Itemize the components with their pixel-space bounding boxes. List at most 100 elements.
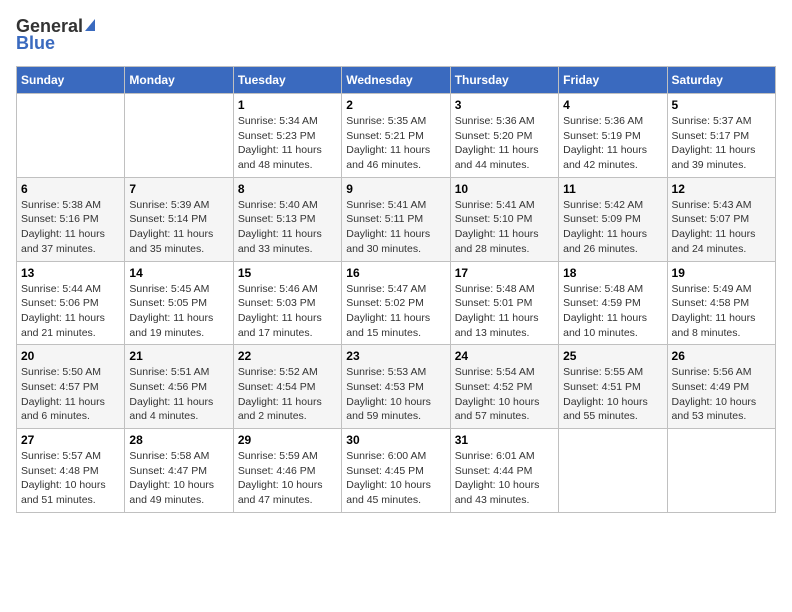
day-info: Sunrise: 5:43 AM Sunset: 5:07 PM Dayligh… xyxy=(672,198,771,257)
daylight-text: Daylight: 11 hours and 26 minutes. xyxy=(563,228,647,255)
sunset-text: Sunset: 5:19 PM xyxy=(563,130,641,142)
daylight-text: Daylight: 10 hours and 53 minutes. xyxy=(672,396,757,423)
calendar-day-cell xyxy=(559,429,667,513)
day-info: Sunrise: 5:38 AM Sunset: 5:16 PM Dayligh… xyxy=(21,198,120,257)
daylight-text: Daylight: 10 hours and 55 minutes. xyxy=(563,396,648,423)
day-info: Sunrise: 5:58 AM Sunset: 4:47 PM Dayligh… xyxy=(129,449,228,508)
sunset-text: Sunset: 4:57 PM xyxy=(21,381,99,393)
calendar-day-cell xyxy=(17,94,125,178)
column-header-wednesday: Wednesday xyxy=(342,67,450,94)
column-header-saturday: Saturday xyxy=(667,67,775,94)
sunset-text: Sunset: 4:56 PM xyxy=(129,381,207,393)
sunset-text: Sunset: 4:49 PM xyxy=(672,381,750,393)
day-number: 12 xyxy=(672,182,771,196)
daylight-text: Daylight: 10 hours and 59 minutes. xyxy=(346,396,431,423)
calendar-day-cell: 4 Sunrise: 5:36 AM Sunset: 5:19 PM Dayli… xyxy=(559,94,667,178)
calendar-day-cell: 23 Sunrise: 5:53 AM Sunset: 4:53 PM Dayl… xyxy=(342,345,450,429)
sunset-text: Sunset: 4:53 PM xyxy=(346,381,424,393)
day-number: 24 xyxy=(455,349,554,363)
sunset-text: Sunset: 5:13 PM xyxy=(238,213,316,225)
sunset-text: Sunset: 5:11 PM xyxy=(346,213,423,225)
daylight-text: Daylight: 11 hours and 30 minutes. xyxy=(346,228,430,255)
daylight-text: Daylight: 11 hours and 46 minutes. xyxy=(346,144,430,171)
daylight-text: Daylight: 10 hours and 47 minutes. xyxy=(238,479,323,506)
sunrise-text: Sunrise: 5:58 AM xyxy=(129,450,209,462)
daylight-text: Daylight: 11 hours and 42 minutes. xyxy=(563,144,647,171)
day-info: Sunrise: 5:56 AM Sunset: 4:49 PM Dayligh… xyxy=(672,365,771,424)
calendar-day-cell: 19 Sunrise: 5:49 AM Sunset: 4:58 PM Dayl… xyxy=(667,261,775,345)
day-info: Sunrise: 5:59 AM Sunset: 4:46 PM Dayligh… xyxy=(238,449,337,508)
sunset-text: Sunset: 5:16 PM xyxy=(21,213,99,225)
calendar-week-row: 1 Sunrise: 5:34 AM Sunset: 5:23 PM Dayli… xyxy=(17,94,776,178)
sunrise-text: Sunrise: 5:54 AM xyxy=(455,366,535,378)
day-number: 23 xyxy=(346,349,445,363)
sunset-text: Sunset: 5:21 PM xyxy=(346,130,424,142)
day-info: Sunrise: 5:45 AM Sunset: 5:05 PM Dayligh… xyxy=(129,282,228,341)
day-number: 31 xyxy=(455,433,554,447)
column-header-monday: Monday xyxy=(125,67,233,94)
day-info: Sunrise: 5:41 AM Sunset: 5:10 PM Dayligh… xyxy=(455,198,554,257)
calendar-day-cell: 30 Sunrise: 6:00 AM Sunset: 4:45 PM Dayl… xyxy=(342,429,450,513)
sunrise-text: Sunrise: 5:52 AM xyxy=(238,366,318,378)
day-number: 6 xyxy=(21,182,120,196)
calendar-day-cell: 25 Sunrise: 5:55 AM Sunset: 4:51 PM Dayl… xyxy=(559,345,667,429)
sunset-text: Sunset: 4:48 PM xyxy=(21,465,99,477)
day-info: Sunrise: 5:48 AM Sunset: 4:59 PM Dayligh… xyxy=(563,282,662,341)
sunrise-text: Sunrise: 5:42 AM xyxy=(563,199,643,211)
sunrise-text: Sunrise: 5:56 AM xyxy=(672,366,752,378)
sunrise-text: Sunrise: 5:55 AM xyxy=(563,366,643,378)
day-number: 28 xyxy=(129,433,228,447)
sunrise-text: Sunrise: 5:44 AM xyxy=(21,283,101,295)
calendar-day-cell: 12 Sunrise: 5:43 AM Sunset: 5:07 PM Dayl… xyxy=(667,177,775,261)
sunset-text: Sunset: 4:51 PM xyxy=(563,381,641,393)
day-info: Sunrise: 5:36 AM Sunset: 5:19 PM Dayligh… xyxy=(563,114,662,173)
column-header-tuesday: Tuesday xyxy=(233,67,341,94)
day-number: 26 xyxy=(672,349,771,363)
day-number: 10 xyxy=(455,182,554,196)
day-info: Sunrise: 5:34 AM Sunset: 5:23 PM Dayligh… xyxy=(238,114,337,173)
calendar-day-cell: 18 Sunrise: 5:48 AM Sunset: 4:59 PM Dayl… xyxy=(559,261,667,345)
sunset-text: Sunset: 4:59 PM xyxy=(563,297,641,309)
day-info: Sunrise: 5:47 AM Sunset: 5:02 PM Dayligh… xyxy=(346,282,445,341)
daylight-text: Daylight: 11 hours and 19 minutes. xyxy=(129,312,213,339)
day-info: Sunrise: 5:54 AM Sunset: 4:52 PM Dayligh… xyxy=(455,365,554,424)
sunset-text: Sunset: 5:07 PM xyxy=(672,213,750,225)
calendar-day-cell: 7 Sunrise: 5:39 AM Sunset: 5:14 PM Dayli… xyxy=(125,177,233,261)
sunrise-text: Sunrise: 5:34 AM xyxy=(238,115,318,127)
calendar-day-cell: 21 Sunrise: 5:51 AM Sunset: 4:56 PM Dayl… xyxy=(125,345,233,429)
day-info: Sunrise: 5:35 AM Sunset: 5:21 PM Dayligh… xyxy=(346,114,445,173)
day-number: 4 xyxy=(563,98,662,112)
day-info: Sunrise: 5:41 AM Sunset: 5:11 PM Dayligh… xyxy=(346,198,445,257)
calendar-day-cell: 16 Sunrise: 5:47 AM Sunset: 5:02 PM Dayl… xyxy=(342,261,450,345)
sunset-text: Sunset: 5:14 PM xyxy=(129,213,207,225)
day-info: Sunrise: 5:40 AM Sunset: 5:13 PM Dayligh… xyxy=(238,198,337,257)
day-number: 14 xyxy=(129,266,228,280)
sunrise-text: Sunrise: 5:36 AM xyxy=(455,115,535,127)
daylight-text: Daylight: 10 hours and 45 minutes. xyxy=(346,479,431,506)
sunset-text: Sunset: 4:44 PM xyxy=(455,465,533,477)
daylight-text: Daylight: 11 hours and 6 minutes. xyxy=(21,396,105,423)
day-number: 20 xyxy=(21,349,120,363)
daylight-text: Daylight: 11 hours and 10 minutes. xyxy=(563,312,647,339)
page-header: General Blue xyxy=(16,16,776,54)
calendar-day-cell: 11 Sunrise: 5:42 AM Sunset: 5:09 PM Dayl… xyxy=(559,177,667,261)
calendar-day-cell: 2 Sunrise: 5:35 AM Sunset: 5:21 PM Dayli… xyxy=(342,94,450,178)
day-info: Sunrise: 5:51 AM Sunset: 4:56 PM Dayligh… xyxy=(129,365,228,424)
day-info: Sunrise: 5:46 AM Sunset: 5:03 PM Dayligh… xyxy=(238,282,337,341)
day-info: Sunrise: 6:01 AM Sunset: 4:44 PM Dayligh… xyxy=(455,449,554,508)
daylight-text: Daylight: 11 hours and 24 minutes. xyxy=(672,228,756,255)
day-number: 7 xyxy=(129,182,228,196)
calendar-day-cell: 15 Sunrise: 5:46 AM Sunset: 5:03 PM Dayl… xyxy=(233,261,341,345)
daylight-text: Daylight: 11 hours and 17 minutes. xyxy=(238,312,322,339)
day-info: Sunrise: 5:39 AM Sunset: 5:14 PM Dayligh… xyxy=(129,198,228,257)
daylight-text: Daylight: 10 hours and 57 minutes. xyxy=(455,396,540,423)
daylight-text: Daylight: 11 hours and 35 minutes. xyxy=(129,228,213,255)
sunrise-text: Sunrise: 5:49 AM xyxy=(672,283,752,295)
daylight-text: Daylight: 11 hours and 44 minutes. xyxy=(455,144,539,171)
calendar-day-cell: 1 Sunrise: 5:34 AM Sunset: 5:23 PM Dayli… xyxy=(233,94,341,178)
sunset-text: Sunset: 5:10 PM xyxy=(455,213,533,225)
calendar-week-row: 20 Sunrise: 5:50 AM Sunset: 4:57 PM Dayl… xyxy=(17,345,776,429)
daylight-text: Daylight: 11 hours and 15 minutes. xyxy=(346,312,430,339)
column-header-thursday: Thursday xyxy=(450,67,558,94)
calendar-day-cell: 6 Sunrise: 5:38 AM Sunset: 5:16 PM Dayli… xyxy=(17,177,125,261)
